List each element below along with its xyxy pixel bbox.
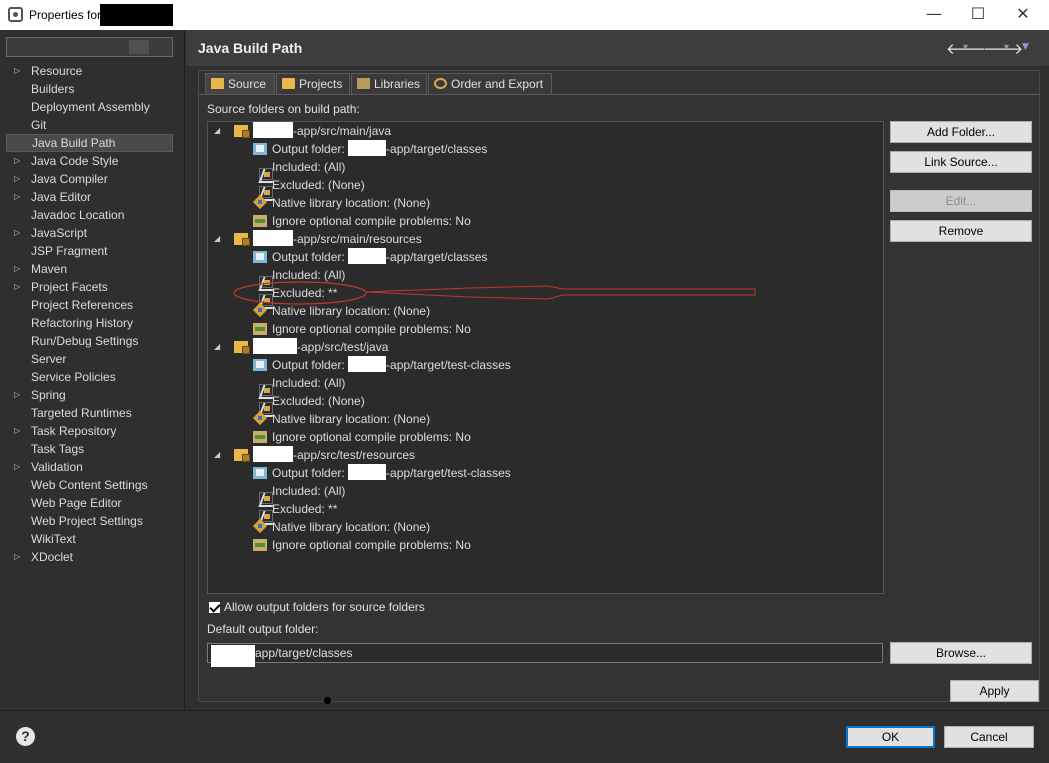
annotation-overlay	[233, 281, 756, 305]
annotation-ellipse	[233, 281, 367, 305]
annotation-arrow	[365, 285, 756, 300]
